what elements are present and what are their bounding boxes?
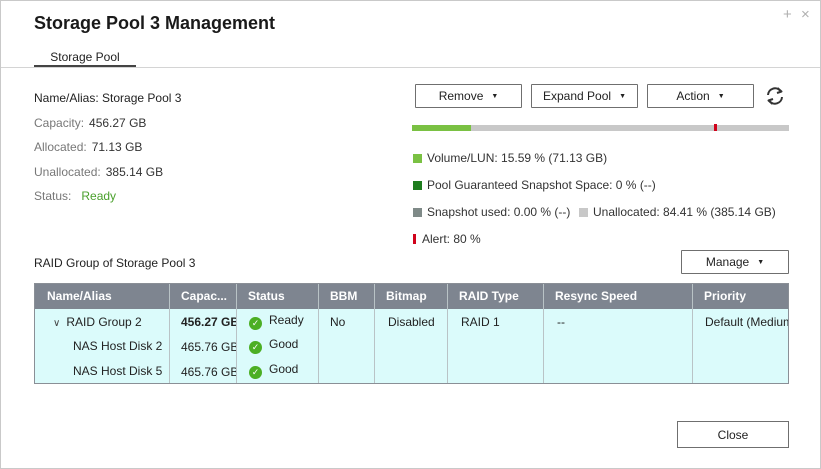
snapshot-space-swatch — [413, 180, 422, 190]
manage-button[interactable]: Manage ▼ — [681, 250, 789, 274]
capacity-value: 456.27 GB — [89, 116, 147, 130]
manage-button-label: Manage — [705, 255, 750, 269]
expand-pool-button-label: Expand Pool — [543, 89, 612, 103]
raid-group-capacity: 456.27 GB — [181, 315, 236, 329]
action-button[interactable]: Action ▼ — [647, 84, 754, 108]
raid-group-resync: -- — [557, 315, 565, 329]
unallocated-value: 385.14 GB — [105, 165, 164, 179]
column-header-name[interactable]: Name/Alias — [35, 284, 169, 309]
raid-group-priority: Default (Medium) — [705, 315, 789, 329]
pool-name: Name/Alias: Storage Pool 3 — [34, 91, 182, 105]
capacity-row: Capacity: 456.27 GB — [34, 116, 146, 130]
allocated-row: Allocated: 71.13 GB — [34, 140, 142, 154]
raid-group-name-text: RAID Group 2 — [66, 315, 142, 329]
refresh-icon[interactable] — [764, 85, 786, 107]
alert-threshold-marker — [714, 124, 717, 131]
raid-group-bbm: No — [330, 315, 346, 329]
status-label: Status: — [34, 189, 72, 203]
unallocated-row: Unallocated: 385.14 GB — [34, 165, 163, 179]
legend-snapshot-space-text: Pool Guaranteed Snapshot Space: 0 % (--) — [427, 178, 656, 192]
legend-unallocated: Unallocated: 84.41 % (385.14 GB) — [579, 205, 776, 219]
maximize-icon[interactable]: + — [783, 7, 792, 23]
column-header-capacity[interactable]: Capac... — [169, 284, 236, 309]
column-divider — [374, 284, 375, 383]
volume-usage-fill — [412, 125, 471, 131]
column-header-bbm[interactable]: BBM — [318, 284, 374, 309]
column-divider — [169, 284, 170, 383]
legend-volume: Volume/LUN: 15.59 % (71.13 GB) — [413, 151, 607, 165]
action-button-label: Action — [676, 89, 710, 103]
caret-down-icon: ▼ — [619, 92, 626, 100]
column-divider — [318, 284, 319, 383]
unallocated-label: Unallocated: — [34, 165, 101, 179]
chevron-down-icon[interactable]: ∨ — [53, 318, 60, 329]
column-header-status[interactable]: Status — [236, 284, 318, 309]
column-header-resync-speed[interactable]: Resync Speed — [543, 284, 692, 309]
column-header-raid-type[interactable]: RAID Type — [447, 284, 543, 309]
storage-pool-dialog: Storage Pool 3 Management + × Storage Po… — [0, 0, 821, 469]
raid-section-title: RAID Group of Storage Pool 3 — [34, 256, 196, 270]
legend-alert-text: Alert: 80 % — [422, 232, 481, 246]
close-button[interactable]: Close — [677, 421, 789, 448]
capacity-label: Capacity: — [34, 116, 85, 130]
check-circle-icon: ✓ — [249, 341, 262, 354]
check-circle-icon: ✓ — [249, 317, 262, 330]
legend-snapshot-space: Pool Guaranteed Snapshot Space: 0 % (--) — [413, 178, 656, 192]
table-header: Name/Alias Capac... Status BBM Bitmap RA… — [35, 284, 788, 309]
dialog-title: Storage Pool 3 Management — [34, 13, 276, 33]
check-circle-icon: ✓ — [249, 366, 262, 379]
caret-down-icon: ▼ — [491, 92, 499, 100]
tab-divider — [1, 67, 820, 68]
disk-status: ✓ Good — [249, 362, 298, 379]
legend-alert: Alert: 80 % — [413, 232, 481, 246]
raid-group-status-text: Ready — [269, 313, 304, 327]
disk-capacity: 465.76 GB — [181, 340, 236, 354]
expand-pool-button[interactable]: Expand Pool ▼ — [531, 84, 638, 108]
legend-snapshot-used: Snapshot used: 0.00 % (--) — [413, 205, 570, 219]
column-divider — [447, 284, 448, 383]
column-divider — [236, 284, 237, 383]
close-icon[interactable]: × — [801, 7, 810, 23]
column-divider — [543, 284, 544, 383]
column-header-priority[interactable]: Priority — [692, 284, 788, 309]
raid-group-name: ∨ RAID Group 2 — [53, 315, 142, 329]
caret-down-icon: ▼ — [717, 92, 725, 100]
disk-capacity: 465.76 GB — [181, 365, 236, 379]
status-row: Status: Ready — [34, 189, 116, 203]
column-header-bitmap[interactable]: Bitmap — [374, 284, 447, 309]
disk-name: NAS Host Disk 2 — [73, 339, 163, 353]
raid-group-type: RAID 1 — [461, 315, 500, 329]
raid-group-table[interactable]: Name/Alias Capac... Status BBM Bitmap RA… — [34, 283, 789, 384]
column-divider — [692, 284, 693, 383]
remove-button-label: Remove — [438, 89, 484, 103]
volume-swatch — [413, 153, 422, 163]
raid-group-bitmap: Disabled — [388, 315, 435, 329]
remove-button[interactable]: Remove ▼ — [415, 84, 522, 108]
allocated-label: Allocated: — [34, 140, 87, 154]
raid-group-status: ✓ Ready — [249, 313, 304, 330]
legend-volume-text: Volume/LUN: 15.59 % (71.13 GB) — [427, 151, 608, 165]
disk-status-text: Good — [269, 362, 299, 376]
legend-unallocated-text: Unallocated: 84.41 % (385.14 GB) — [593, 205, 776, 219]
disk-status-text: Good — [269, 337, 299, 351]
status-value: Ready — [81, 189, 117, 203]
unallocated-swatch — [579, 207, 588, 217]
legend-snapshot-used-text: Snapshot used: 0.00 % (--) — [427, 205, 571, 219]
disk-status: ✓ Good — [249, 337, 298, 354]
snapshot-used-swatch — [413, 207, 422, 217]
tab-storage-pool[interactable]: Storage Pool — [34, 49, 136, 67]
alert-swatch — [413, 234, 416, 244]
allocated-value: 71.13 GB — [91, 140, 143, 154]
caret-down-icon: ▼ — [757, 258, 765, 266]
capacity-usage-bar — [412, 124, 789, 131]
disk-name: NAS Host Disk 5 — [73, 364, 163, 378]
